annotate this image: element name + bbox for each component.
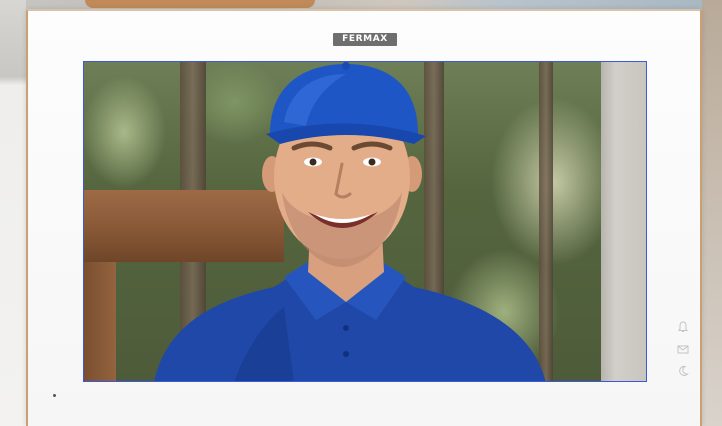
visitor-pupil [309,158,317,166]
bell-icon[interactable] [676,320,690,334]
background-wood-shelf [85,0,315,8]
background-wall-right [702,0,722,426]
power-led [53,394,56,397]
video-intercom-monitor: FERMAX [26,9,702,426]
cap-button [342,62,350,70]
moon-icon[interactable] [676,364,690,378]
video-screen[interactable] [83,61,647,382]
visitor-pupil [368,158,376,166]
brand-logo: FERMAX [333,33,397,46]
shirt-button [343,351,349,357]
brand-name: FERMAX [342,34,388,44]
envelope-icon[interactable] [676,342,690,356]
background-wall-left [0,0,26,426]
shirt-button [343,325,349,331]
visitor-image [154,62,546,381]
